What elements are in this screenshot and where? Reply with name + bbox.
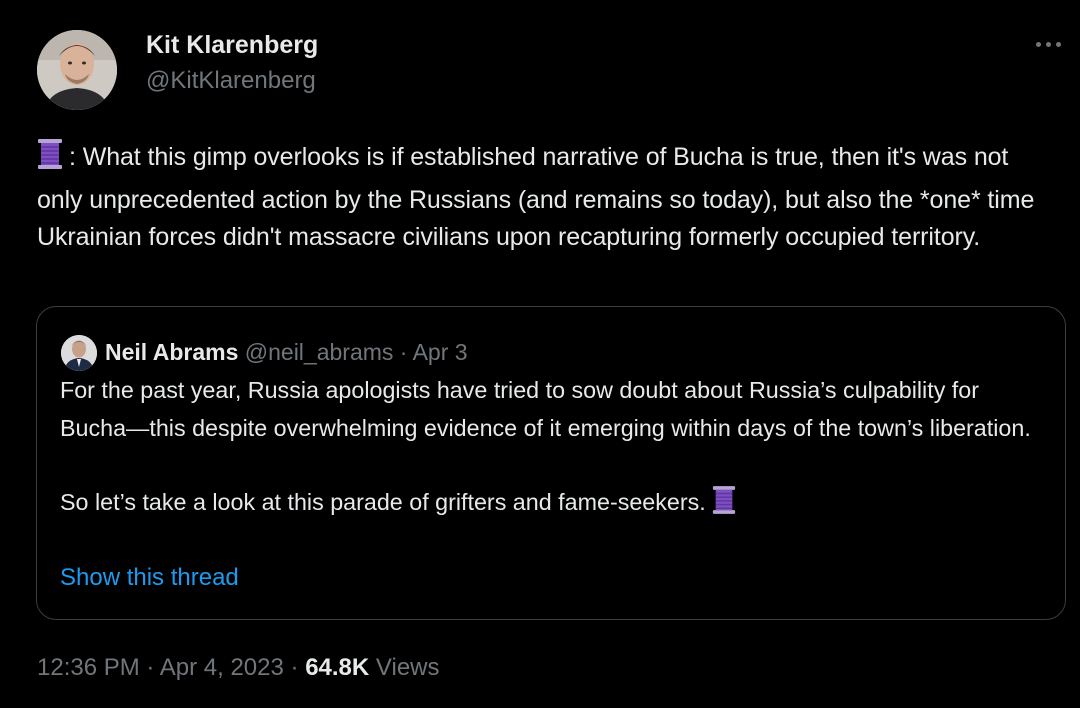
more-dots-icon bbox=[1036, 42, 1041, 47]
quoted-paragraph-1: For the past year, Russia apologists hav… bbox=[60, 377, 1031, 441]
tweet-meta: 12:36 PM · Apr 4, 2023 · 64.8K Views bbox=[37, 650, 440, 686]
quoted-text: For the past year, Russia apologists hav… bbox=[60, 372, 1050, 527]
meta-separator: · bbox=[146, 654, 155, 681]
quoted-header: Neil Abrams @neil_abrams · Apr 3 bbox=[105, 334, 468, 370]
tweet-text: : What this gimp overlooks is if establi… bbox=[37, 138, 1057, 257]
tweet-date[interactable]: Apr 4, 2023 bbox=[160, 654, 284, 681]
more-dots-icon-dot bbox=[1056, 42, 1061, 47]
more-dots-icon-dot bbox=[1046, 42, 1051, 47]
author-handle[interactable]: @KitKlarenberg bbox=[146, 65, 318, 97]
more-options-button[interactable] bbox=[1026, 32, 1070, 56]
quoted-tweet[interactable]: Neil Abrams @neil_abrams · Apr 3 For the… bbox=[36, 306, 1066, 620]
quoted-handle: @neil_abrams bbox=[244, 339, 394, 365]
author-info: Kit Klarenberg @KitKlarenberg bbox=[146, 29, 318, 97]
meta-separator: · bbox=[290, 654, 299, 681]
quoted-paragraph-2: So let’s take a look at this parade of g… bbox=[60, 489, 706, 515]
quoted-display-name: Neil Abrams bbox=[105, 339, 239, 365]
show-thread-link[interactable]: Show this thread bbox=[60, 561, 239, 595]
tweet: Kit Klarenberg @KitKlarenberg : What thi… bbox=[0, 0, 1080, 708]
tweet-text-body: : What this gimp overlooks is if establi… bbox=[37, 143, 1035, 251]
views-count: 64.8K bbox=[305, 654, 370, 681]
tweet-time[interactable]: 12:36 PM bbox=[37, 654, 140, 681]
quoted-author-avatar bbox=[61, 335, 97, 371]
thread-spool-icon bbox=[712, 485, 736, 527]
thread-spool-icon bbox=[37, 138, 63, 182]
quoted-paragraph-2-wrap: So let’s take a look at this parade of g… bbox=[60, 484, 1050, 527]
quoted-date: Apr 3 bbox=[412, 339, 468, 365]
views-label: Views bbox=[375, 654, 440, 681]
author-display-name[interactable]: Kit Klarenberg bbox=[146, 29, 318, 61]
author-avatar[interactable] bbox=[37, 30, 117, 110]
quoted-separator: · bbox=[399, 339, 408, 365]
